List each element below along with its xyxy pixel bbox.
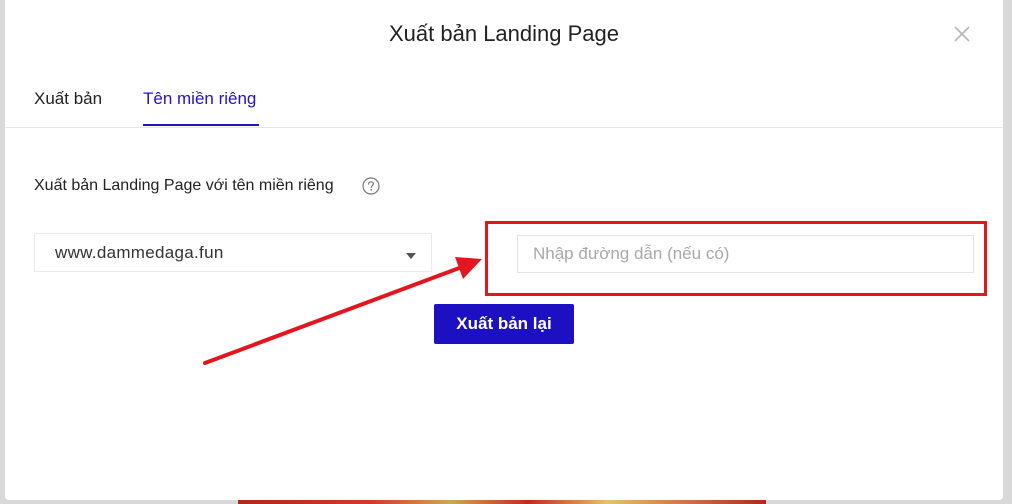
close-button[interactable] <box>950 22 974 46</box>
tab-custom-domain[interactable]: Tên miền riêng <box>143 88 256 110</box>
close-icon <box>954 26 970 42</box>
annotation-highlight-box <box>485 221 987 296</box>
active-tab-indicator <box>143 124 259 126</box>
caret-down-icon <box>406 253 416 259</box>
domain-select[interactable]: www.dammedaga.fun <box>34 233 432 272</box>
tab-bar: Xuất bản Tên miền riêng <box>5 84 1003 128</box>
tab-publish[interactable]: Xuất bản <box>34 88 102 110</box>
domain-select-value: www.dammedaga.fun <box>55 243 224 262</box>
republish-button[interactable]: Xuất bản lại <box>434 304 574 344</box>
modal-title: Xuất bản Landing Page <box>389 21 619 46</box>
custom-domain-label: Xuất bản Landing Page với tên miền riêng <box>34 177 334 194</box>
help-icon[interactable] <box>362 177 380 195</box>
